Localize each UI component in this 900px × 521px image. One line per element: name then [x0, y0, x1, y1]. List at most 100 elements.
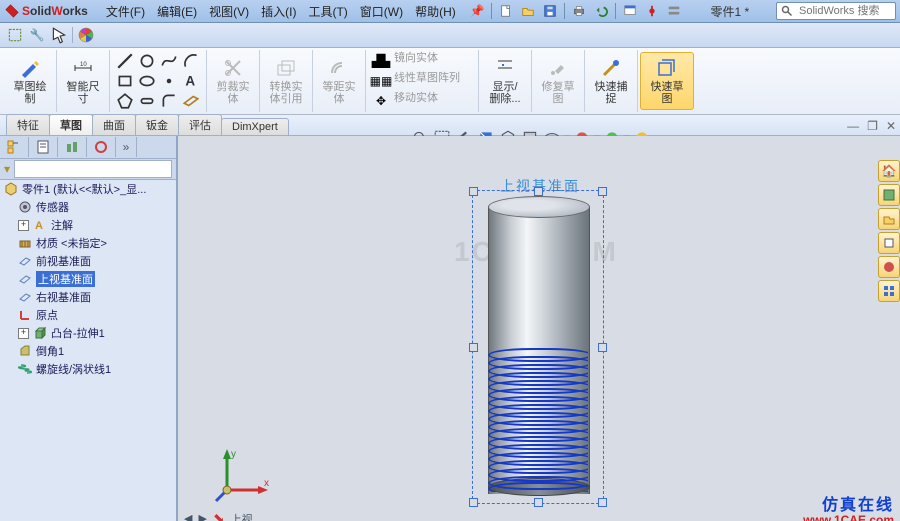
- svg-text:x: x: [264, 478, 269, 489]
- resize-handle[interactable]: [469, 498, 478, 507]
- tab-sketch[interactable]: 草图: [49, 114, 93, 135]
- search-box[interactable]: [776, 2, 896, 20]
- tree-boss-extrude[interactable]: + 凸台-拉伸1: [0, 324, 176, 342]
- text-tool-icon[interactable]: A: [182, 72, 200, 90]
- ribbon-quicksnap-button[interactable]: 快速捕 捉: [585, 50, 638, 112]
- slot-tool-icon[interactable]: [138, 92, 156, 110]
- tree-front-plane[interactable]: 前视基准面: [0, 252, 176, 270]
- graphics-viewport[interactable]: 🏠 1CAE.COM 上: [178, 136, 900, 521]
- resize-handle[interactable]: [598, 498, 607, 507]
- fillet-tool-icon[interactable]: [160, 92, 178, 110]
- rebuild-small-icon[interactable]: 🔧: [28, 26, 46, 44]
- settings-icon[interactable]: [664, 1, 684, 21]
- taskpane-view-icon[interactable]: [878, 232, 900, 254]
- ribbon-trim-button[interactable]: 剪裁实 体: [207, 50, 260, 112]
- resize-handle[interactable]: [469, 187, 478, 196]
- ribbon-smartdim-button[interactable]: 10 智能尺 寸: [57, 50, 110, 112]
- tree-top-plane[interactable]: 上视基准面: [0, 270, 176, 288]
- expand-icon[interactable]: +: [18, 328, 29, 339]
- tree-helix[interactable]: 螺旋线/涡状线1: [0, 360, 176, 378]
- taskpane-explorer-icon[interactable]: [878, 208, 900, 230]
- ribbon-show-button[interactable]: 显示/ 删除...: [479, 50, 532, 112]
- save-icon[interactable]: [540, 1, 560, 21]
- print-icon[interactable]: [569, 1, 589, 21]
- ribbon-convert-button[interactable]: 转换实 体引用: [260, 50, 313, 112]
- tab-dimxpert[interactable]: DimXpert: [221, 118, 289, 135]
- tree-origin[interactable]: 原点: [0, 306, 176, 324]
- plane-tool-icon[interactable]: [182, 92, 200, 110]
- tree-root[interactable]: 零件1 (默认<<默认>_显...: [0, 180, 176, 198]
- undo-icon[interactable]: [591, 1, 611, 21]
- quicksnap-icon: [600, 57, 622, 79]
- feature-filter-input[interactable]: [14, 160, 172, 178]
- resize-handle[interactable]: [534, 498, 543, 507]
- resize-handle[interactable]: [469, 343, 478, 352]
- feature-manager-tabs: »: [0, 136, 176, 159]
- selection-bounding-box[interactable]: [472, 190, 604, 504]
- tab-sheetmetal[interactable]: 钣金: [135, 114, 179, 135]
- new-doc-icon[interactable]: [496, 1, 516, 21]
- tab-features[interactable]: 特征: [6, 114, 50, 135]
- menu-window[interactable]: 窗口(W): [354, 1, 409, 22]
- tree-annotations[interactable]: + A 注解: [0, 216, 176, 234]
- tree-sensors[interactable]: 传感器: [0, 198, 176, 216]
- search-input[interactable]: [797, 4, 891, 18]
- window-restore-icon[interactable]: ❐: [867, 119, 878, 133]
- rebuild-icon[interactable]: [642, 1, 662, 21]
- ribbon-linear-pattern-button[interactable]: ▦▦线性草图阵列: [372, 72, 460, 90]
- arc-tool-icon[interactable]: [182, 52, 200, 70]
- rect-tool-icon[interactable]: [116, 72, 134, 90]
- tree-chamfer[interactable]: 倒角1: [0, 342, 176, 360]
- taskpane-custom-icon[interactable]: [878, 280, 900, 302]
- fm-tab-config[interactable]: [58, 137, 87, 157]
- plane-icon: [18, 272, 32, 286]
- arrow-select-icon[interactable]: [50, 26, 68, 44]
- menu-insert[interactable]: 插入(I): [255, 1, 302, 22]
- tab-scroll-right-icon[interactable]: ▶: [198, 512, 206, 521]
- fm-tab-tree[interactable]: [0, 137, 29, 157]
- window-dash-icon[interactable]: —: [847, 119, 859, 133]
- polygon-tool-icon[interactable]: [116, 92, 134, 110]
- ribbon-move-button[interactable]: ✥移动实体: [372, 92, 438, 110]
- ribbon-repair-button[interactable]: 修复草 图: [532, 50, 585, 112]
- resize-handle[interactable]: [598, 187, 607, 196]
- taskpane-library-icon[interactable]: [878, 184, 900, 206]
- ribbon-pattern-group: ▟▙镜向实体 ▦▦线性草图阵列 ✥移动实体: [366, 50, 479, 112]
- select-icon[interactable]: [6, 26, 24, 44]
- resize-handle[interactable]: [534, 187, 543, 196]
- circle-tool-icon[interactable]: [138, 52, 156, 70]
- tree-right-plane[interactable]: 右视基准面: [0, 288, 176, 306]
- menu-help[interactable]: 帮助(H): [409, 1, 462, 22]
- line-tool-icon[interactable]: [116, 52, 134, 70]
- fm-tab-more[interactable]: »: [116, 137, 137, 157]
- menu-view[interactable]: 视图(V): [203, 1, 255, 22]
- menu-tools[interactable]: 工具(T): [302, 1, 353, 22]
- point-tool-icon[interactable]: [160, 72, 178, 90]
- ribbon-sketch-button[interactable]: 草图绘 制: [4, 50, 57, 112]
- spline-tool-icon[interactable]: [160, 52, 178, 70]
- taskpane-appearance-icon[interactable]: [878, 256, 900, 278]
- open-icon[interactable]: [518, 1, 538, 21]
- ellipse-tool-icon[interactable]: [138, 72, 156, 90]
- menu-file[interactable]: 文件(F): [100, 1, 151, 22]
- window-close-icon[interactable]: ✕: [886, 119, 896, 133]
- taskpane-home-icon[interactable]: 🏠: [878, 160, 900, 182]
- fm-tab-property[interactable]: [29, 137, 58, 157]
- resize-handle[interactable]: [598, 343, 607, 352]
- ribbon-offset-button[interactable]: 等距实 体: [313, 50, 366, 112]
- tree-material[interactable]: 材质 <未指定>: [0, 234, 176, 252]
- menu-pin-icon[interactable]: 📌: [470, 4, 485, 18]
- color-wheel-icon[interactable]: [77, 26, 95, 44]
- tab-scroll-left-icon[interactable]: ◀: [184, 512, 192, 521]
- menu-edit[interactable]: 编辑(E): [151, 1, 203, 22]
- tab-evaluate[interactable]: 评估: [178, 114, 222, 135]
- tab-surfaces[interactable]: 曲面: [92, 114, 136, 135]
- ribbon-rapidsketch-button[interactable]: 快速草 图: [640, 52, 694, 110]
- view-triad[interactable]: x y: [212, 445, 272, 505]
- funnel-icon[interactable]: ▾: [4, 162, 10, 176]
- options-icon[interactable]: [620, 1, 640, 21]
- expand-icon[interactable]: +: [18, 220, 29, 231]
- fm-tab-dim[interactable]: [87, 137, 116, 157]
- ribbon-mirror-button[interactable]: ▟▙镜向实体: [372, 52, 438, 70]
- viewport-tab-label[interactable]: 上视: [231, 511, 253, 521]
